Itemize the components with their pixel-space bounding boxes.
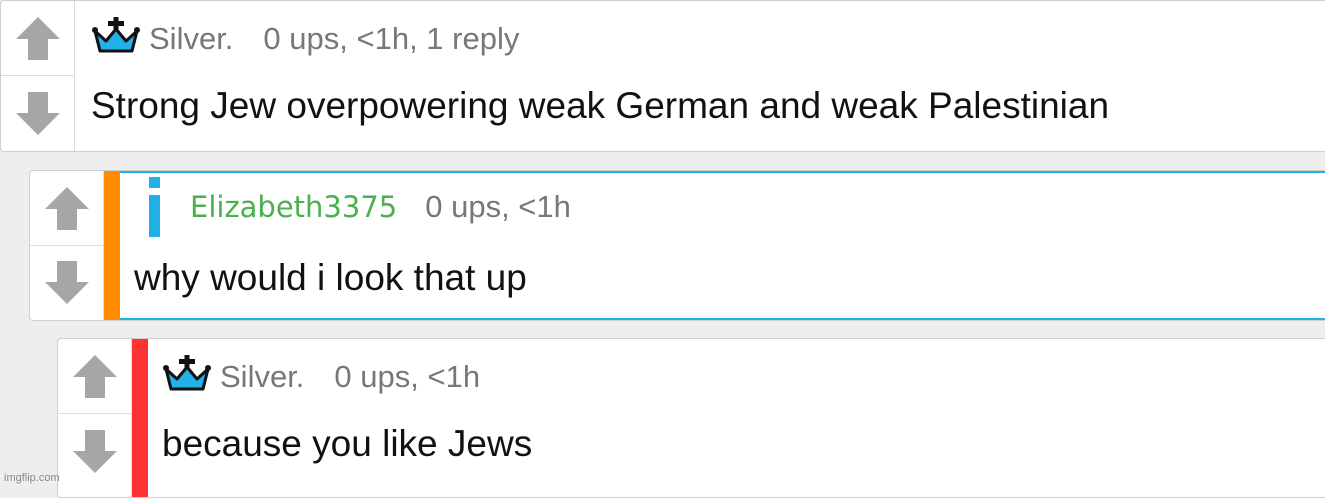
username[interactable]: Elizabeth3375 — [190, 190, 397, 224]
comment-1: Silver. 0 ups, <1h, 1 reply Strong Jew o… — [0, 0, 1325, 152]
username[interactable]: Silver. — [149, 21, 233, 57]
watermark: imgflip.com — [4, 472, 60, 484]
username[interactable]: Silver. — [220, 359, 304, 395]
comment-header: Silver. 0 ups, <1h — [162, 355, 480, 398]
downvote-button[interactable] — [30, 246, 104, 321]
vote-controls — [1, 1, 75, 151]
vote-controls — [58, 339, 132, 497]
arrow-up-icon — [73, 355, 117, 398]
upvote-button[interactable] — [30, 171, 104, 246]
thread-depth-bar — [104, 171, 120, 320]
comment-content-highlighted: Elizabeth3375 0 ups, <1h why would i loo… — [120, 171, 1325, 320]
comment-body: Strong Jew overpowering weak German and … — [91, 85, 1110, 126]
vote-controls — [30, 171, 104, 320]
comment-content: Silver. 0 ups, <1h because you like Jews — [148, 339, 1325, 497]
arrow-down-icon — [16, 91, 60, 135]
comment-meta: 0 ups, <1h, 1 reply — [263, 20, 520, 56]
crown-icon — [91, 17, 141, 60]
comment-header: Elizabeth3375 0 ups, <1h — [134, 177, 571, 237]
upvote-button[interactable] — [58, 339, 132, 414]
downvote-button[interactable] — [1, 76, 75, 151]
comment-3: Silver. 0 ups, <1h because you like Jews — [57, 338, 1325, 498]
comment-body: because you like Jews — [162, 423, 533, 464]
comment-content: Silver. 0 ups, <1h, 1 reply Strong Jew o… — [77, 1, 1325, 151]
comment-meta: 0 ups, <1h — [334, 358, 481, 394]
crown-icon — [162, 355, 212, 398]
upvote-button[interactable] — [1, 1, 75, 76]
arrow-up-icon — [45, 186, 89, 230]
comment-body: why would i look that up — [134, 257, 527, 298]
arrow-down-icon — [73, 429, 117, 473]
arrow-down-icon — [45, 260, 89, 304]
comment-header: Silver. 0 ups, <1h, 1 reply — [91, 17, 519, 60]
downvote-button[interactable] — [58, 414, 132, 489]
info-icon — [148, 177, 162, 237]
arrow-up-icon — [16, 17, 60, 60]
thread-depth-bar — [132, 339, 148, 497]
comment-2: Elizabeth3375 0 ups, <1h why would i loo… — [29, 170, 1325, 321]
comment-meta: 0 ups, <1h — [425, 189, 571, 224]
